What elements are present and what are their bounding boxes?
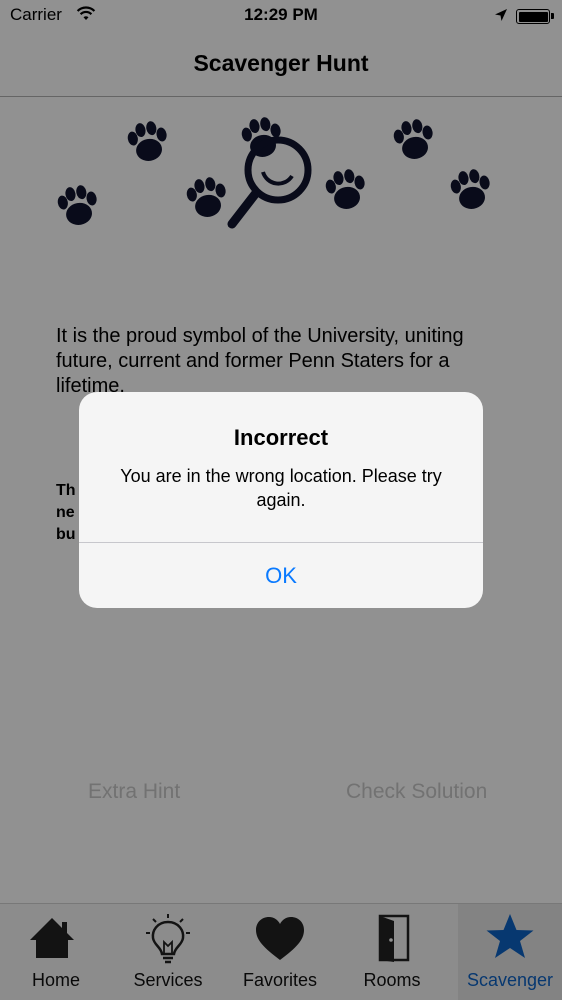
- alert-message: You are in the wrong location. Please tr…: [120, 466, 442, 510]
- incorrect-alert-dialog: Incorrect You are in the wrong location.…: [79, 392, 483, 608]
- alert-ok-button[interactable]: OK: [79, 543, 483, 608]
- alert-title: Incorrect: [233, 425, 329, 450]
- app-screen: Carrier 12:29 PM Scavenger Hunt It is th…: [0, 0, 562, 1000]
